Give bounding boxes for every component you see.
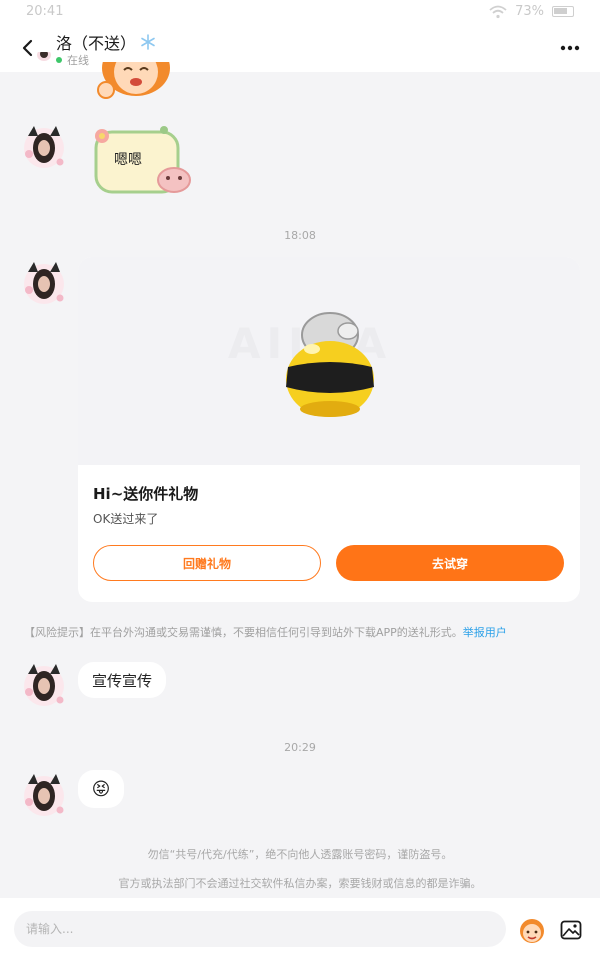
timestamp: 18:08 <box>284 229 316 242</box>
wifi-icon <box>489 5 507 18</box>
safety-notice-1: 勿信“共号/代充/代练”，绝不向他人透露账号密码，谨防盗号。 <box>147 848 453 861</box>
sticker-picker-icon[interactable] <box>517 915 547 945</box>
return-gift-button[interactable]: 回赠礼物 <box>93 545 321 581</box>
try-on-button[interactable]: 去试穿 <box>336 545 564 581</box>
gift-card[interactable]: AILLA Hi~送你件礼物 OK送过来了 回赠礼物 去试穿 <box>78 257 580 602</box>
status-time: 20:41 <box>26 4 64 19</box>
message-input[interactable] <box>14 911 506 947</box>
gift-image-area: AILLA <box>78 257 580 465</box>
contact-title[interactable]: 洛（不送） <box>56 30 156 54</box>
message-text: 宣传宣传 <box>92 671 153 690</box>
battery-percent: 73% <box>515 4 544 19</box>
risk-notice: 【风险提示】在平台外沟通或交易需谨慎，不要相信任何引导到站外下载APP的送礼形式… <box>24 624 584 640</box>
sticker-text: 嗯嗯 <box>114 152 142 168</box>
gift-bee-image <box>286 312 374 417</box>
contact-name: 洛（不送） <box>56 34 137 53</box>
online-status-text: 在线 <box>67 54 89 67</box>
sticker-bubble[interactable]: 嗯嗯 <box>92 124 192 198</box>
avatar[interactable] <box>20 770 68 818</box>
sticker-frame-image <box>94 126 191 194</box>
gift-title: Hi~送你件礼物 <box>93 485 199 503</box>
safety-notice-2: 官方或执法部门不会通过社交软件私信办案，索要钱财或信息的都是诈骗。 <box>118 877 482 890</box>
message-bubble[interactable]: 宣传宣传 <box>78 662 167 698</box>
emoji-text: 😝 <box>91 778 111 800</box>
battery-icon <box>552 6 574 17</box>
risk-notice-text: 【风险提示】在平台外沟通或交易需谨慎，不要相信任何引导到站外下载APP的送礼形式… <box>24 626 463 639</box>
input-bar <box>0 898 600 960</box>
avatar[interactable] <box>20 660 68 708</box>
more-options-icon[interactable] <box>558 38 582 58</box>
status-bar: 20:41 73% <box>0 0 600 24</box>
status-right: 73% <box>489 4 574 19</box>
report-user-link[interactable]: 举报用户 <box>463 626 507 639</box>
avatar[interactable] <box>20 52 68 76</box>
sticker-image[interactable] <box>96 62 176 102</box>
image-picker-icon[interactable] <box>559 918 583 942</box>
avatar[interactable] <box>20 122 68 170</box>
chat-header: 洛（不送） 在线 <box>0 24 600 72</box>
snowflake-icon <box>141 34 155 50</box>
emoji-bubble[interactable]: 😝 <box>78 770 124 808</box>
avatar[interactable] <box>20 258 68 306</box>
gift-subtitle: OK送过来了 <box>93 512 159 526</box>
timestamp: 20:29 <box>284 741 316 754</box>
